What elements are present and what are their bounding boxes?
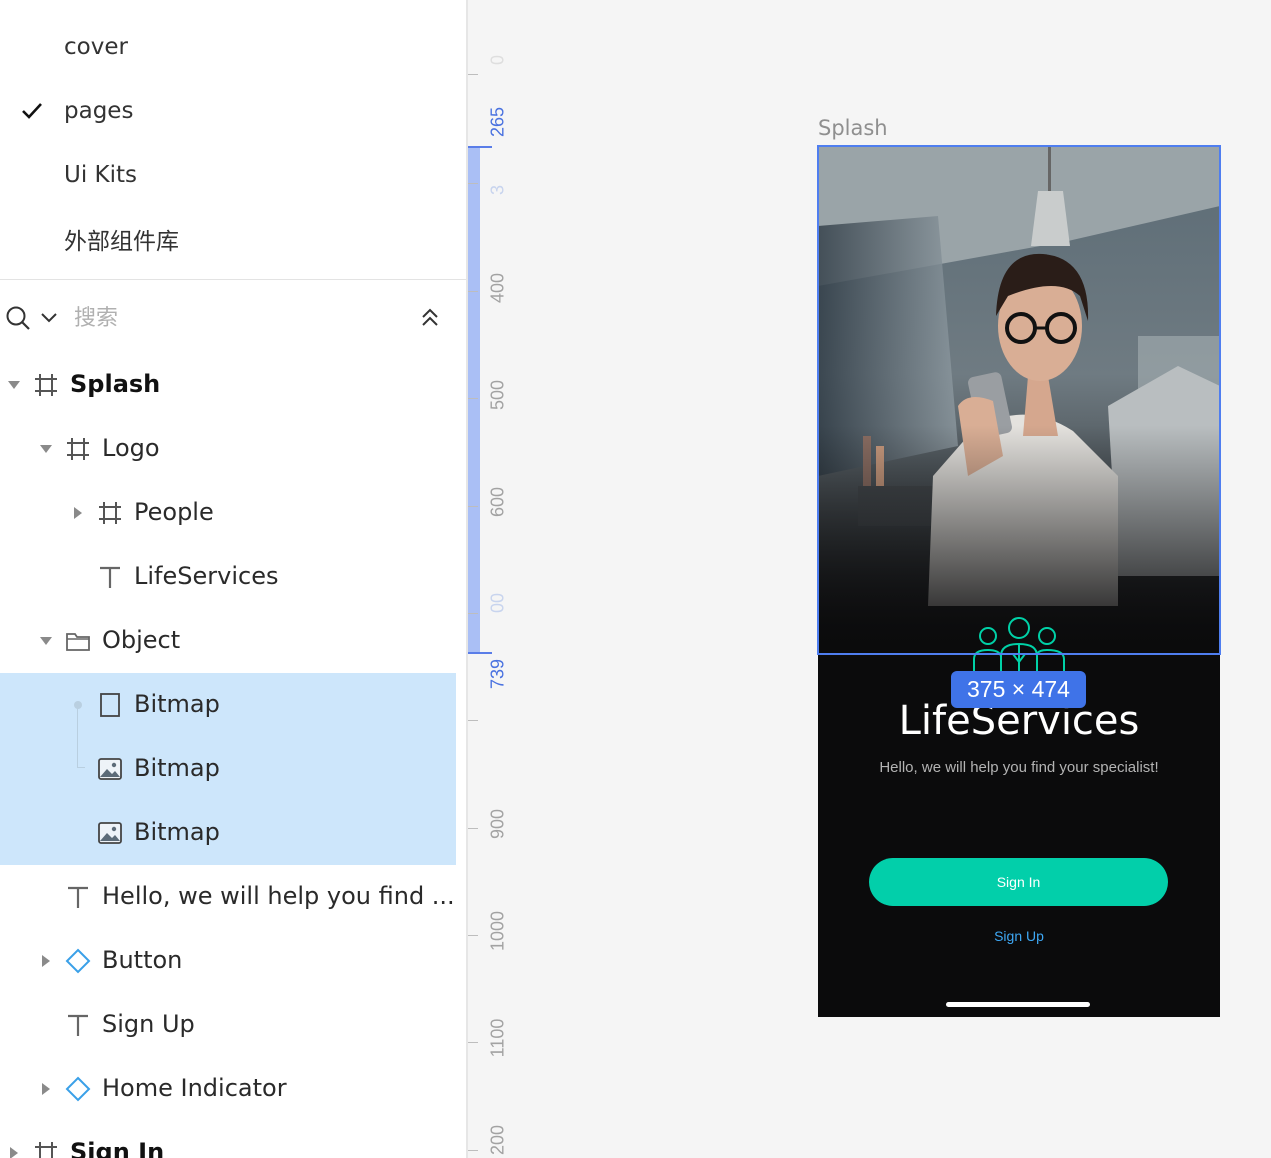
- ruler-label: 1000: [487, 910, 508, 952]
- layer-row-button[interactable]: Button: [0, 929, 456, 993]
- layer-name: Splash: [70, 370, 161, 398]
- page-item-label: Ui Kits: [64, 162, 138, 188]
- page-item-external-library[interactable]: 外部组件库: [0, 207, 466, 271]
- caret-right-icon[interactable]: [7, 1146, 21, 1158]
- ruler-label: 200: [487, 1124, 508, 1156]
- ruler-label: 1100: [487, 1018, 508, 1058]
- page-item-cover[interactable]: cover: [0, 15, 466, 79]
- vertical-ruler: 0 265 3 400 500 600 00 739 900 1000 1100…: [468, 0, 518, 1158]
- ruler-tick: [468, 74, 478, 75]
- rectangle-icon: [100, 693, 120, 717]
- layer-name: Sign Up: [102, 1010, 195, 1038]
- home-indicator: [946, 1002, 1090, 1007]
- folder-icon: [66, 633, 90, 651]
- selection-size-badge: 375 × 474: [951, 671, 1086, 708]
- ruler-tick: [468, 1042, 478, 1043]
- layer-name: Button: [102, 946, 183, 974]
- page-item-label: 外部组件库: [64, 229, 179, 255]
- image-icon: [98, 758, 122, 780]
- checkmark-icon: [22, 103, 42, 119]
- search-input[interactable]: [74, 300, 374, 336]
- text-icon: [68, 1014, 88, 1036]
- layer-row-bitmap[interactable]: Bitmap: [0, 673, 456, 737]
- ruler-label: 3: [487, 184, 508, 196]
- ruler-label: 400: [487, 272, 508, 304]
- ruler-label: 600: [487, 486, 508, 518]
- layer-name: Object: [102, 626, 181, 654]
- layer-row-object[interactable]: Object: [0, 609, 456, 673]
- layer-name: Bitmap: [134, 690, 220, 718]
- frame-icon: [99, 502, 121, 524]
- frame-icon: [35, 1142, 57, 1158]
- layer-name: People: [134, 498, 214, 526]
- layer-search-bar: [0, 290, 466, 346]
- page-item-label: pages: [64, 98, 134, 124]
- ruler-tick: [468, 291, 478, 292]
- ruler-tick: [468, 1150, 478, 1151]
- layer-name: LifeServices: [134, 562, 279, 590]
- page-item-ui-kits[interactable]: Ui Kits: [0, 143, 466, 207]
- frame-title[interactable]: Splash: [818, 116, 888, 140]
- ruler-label: 00: [487, 592, 508, 614]
- layers-panel: cover pages Ui Kits 外部组件库 Splash: [0, 0, 466, 1158]
- ruler-tick: [468, 935, 478, 936]
- divider: [0, 279, 466, 280]
- layer-row-sign-up[interactable]: Sign Up: [0, 993, 456, 1057]
- component-icon: [65, 1076, 91, 1102]
- image-icon: [98, 822, 122, 844]
- layer-name: Home Indicator: [102, 1074, 287, 1102]
- layer-row-splash[interactable]: Splash: [0, 353, 456, 417]
- layer-row-lifeservices[interactable]: LifeServices: [0, 545, 456, 609]
- layer-row-bitmap[interactable]: Bitmap: [0, 737, 456, 801]
- text-icon: [100, 566, 120, 588]
- ruler-tick: [468, 183, 478, 184]
- caret-down-icon[interactable]: [7, 378, 21, 392]
- sign-up-link[interactable]: Sign Up: [818, 928, 1220, 944]
- caret-right-icon[interactable]: [39, 1082, 53, 1096]
- app-subtitle: Hello, we will help you find your specia…: [879, 759, 1159, 776]
- layer-row-hello-text[interactable]: Hello, we will help you find ...: [0, 865, 456, 929]
- ruler-tick: [468, 828, 478, 829]
- text-icon: [68, 886, 88, 908]
- layer-name: Bitmap: [134, 754, 220, 782]
- layer-row-home-indicator[interactable]: Home Indicator: [0, 1057, 456, 1121]
- caret-down-icon[interactable]: [39, 442, 53, 456]
- ruler-tick: [468, 398, 478, 399]
- layer-row-logo[interactable]: Logo: [0, 417, 456, 481]
- caret-right-icon[interactable]: [39, 954, 53, 968]
- layer-row-people[interactable]: People: [0, 481, 456, 545]
- layer-name: Sign In: [70, 1138, 165, 1158]
- caret-down-icon[interactable]: [39, 634, 53, 648]
- frame-icon: [67, 438, 89, 460]
- ruler-selection-range: [468, 146, 492, 654]
- chevron-down-icon[interactable]: [40, 311, 58, 325]
- layer-row-bitmap[interactable]: Bitmap: [0, 801, 456, 865]
- layer-name: Bitmap: [134, 818, 220, 846]
- caret-right-icon[interactable]: [71, 506, 85, 520]
- ruler-tick: [468, 720, 478, 721]
- ruler-label: 900: [487, 808, 508, 840]
- layer-name: Hello, we will help you find ...: [102, 882, 455, 910]
- ruler-label-selection-end: 739: [487, 658, 508, 690]
- search-icon[interactable]: [5, 305, 31, 331]
- ruler-tick: [468, 613, 478, 614]
- ruler-label: 0: [487, 54, 508, 66]
- component-icon: [65, 948, 91, 974]
- page-item-pages[interactable]: pages: [0, 79, 466, 143]
- page-item-label: cover: [64, 34, 128, 60]
- layer-name: Logo: [102, 434, 160, 462]
- layer-row-sign-in[interactable]: Sign In: [0, 1121, 456, 1158]
- frame-icon: [35, 374, 57, 396]
- selection-outline[interactable]: [817, 145, 1221, 655]
- ruler-label: 500: [487, 379, 508, 411]
- ruler-tick: [468, 506, 478, 507]
- ruler-label-selection-start: 265: [487, 106, 508, 138]
- collapse-all-icon[interactable]: [418, 306, 442, 330]
- sign-in-button[interactable]: Sign In: [869, 858, 1168, 906]
